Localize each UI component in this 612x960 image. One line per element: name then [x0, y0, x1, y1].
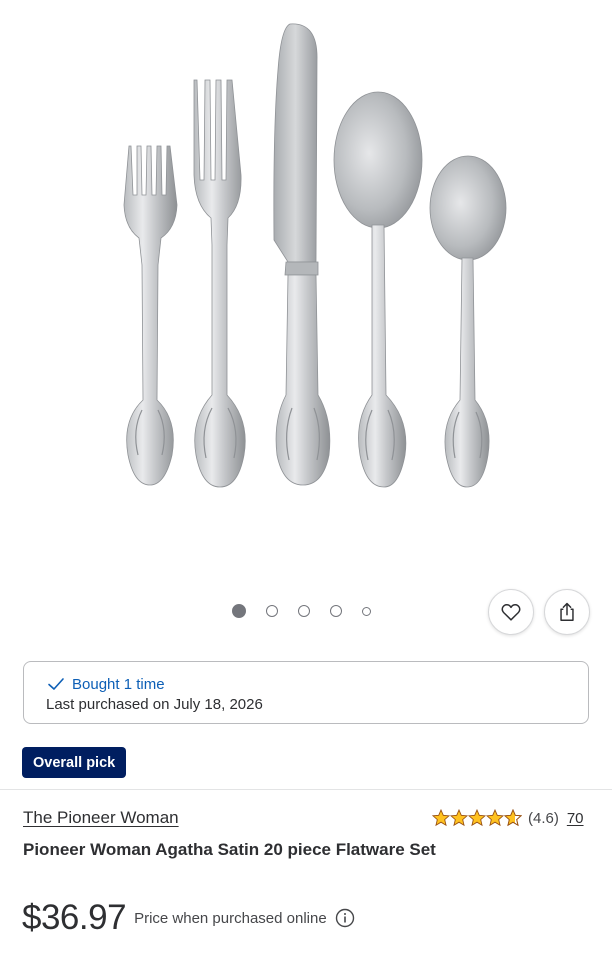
carousel-dot-5[interactable]: [362, 606, 371, 616]
rating-value: (4.6): [528, 809, 559, 827]
last-purchased-text: Last purchased on July 18, 2026: [46, 696, 263, 713]
product-image[interactable]: [0, 0, 612, 590]
review-count-link[interactable]: 70: [567, 810, 584, 827]
carousel-dot-4[interactable]: [330, 605, 342, 617]
heart-icon: [501, 603, 521, 621]
teaspoon: [429, 155, 507, 488]
share-button[interactable]: [544, 589, 590, 635]
section-divider: [0, 789, 612, 790]
star-rating-icon: [432, 809, 522, 826]
product-rating[interactable]: (4.6) 70: [432, 808, 584, 828]
price-row: $36.97 Price when purchased online: [22, 897, 355, 939]
bought-count-text[interactable]: Bought 1 time: [72, 676, 165, 693]
dinner-fork: [193, 79, 246, 488]
brand-link[interactable]: The Pioneer Woman: [23, 808, 179, 828]
overall-pick-badge: Overall pick: [22, 747, 127, 778]
carousel-dot-3[interactable]: [298, 605, 310, 617]
share-icon: [560, 602, 574, 621]
price-note: Price when purchased online: [134, 909, 327, 927]
knife: [273, 23, 331, 486]
favorite-button[interactable]: [488, 589, 534, 635]
flatware-illustration: [123, 23, 507, 488]
checkmark-icon: [48, 678, 64, 690]
bought-count-row: Bought 1 time: [46, 674, 588, 694]
image-carousel-indicator[interactable]: [232, 603, 371, 619]
product-title: Pioneer Woman Agatha Satin 20 piece Flat…: [23, 840, 436, 859]
tablespoon: [333, 91, 423, 488]
purchase-history-card: Bought 1 time Last purchased on July 18,…: [23, 661, 589, 724]
product-price: $36.97: [22, 898, 127, 937]
salad-fork: [123, 145, 178, 486]
info-icon[interactable]: [335, 908, 355, 928]
carousel-dot-1[interactable]: [232, 604, 246, 618]
carousel-dot-2[interactable]: [266, 605, 278, 617]
